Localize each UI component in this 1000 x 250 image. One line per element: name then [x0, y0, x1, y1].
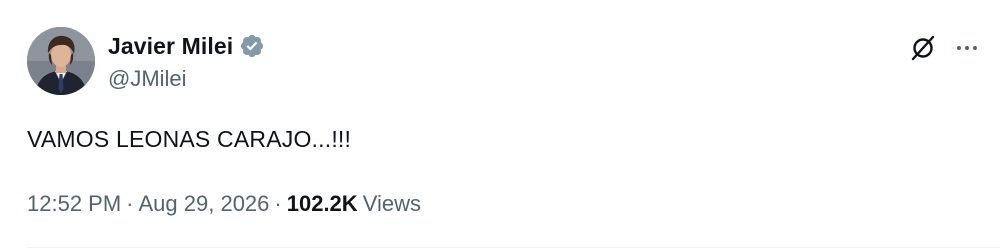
more-horizontal-icon: [957, 46, 977, 50]
tweet-text: VAMOS LEONAS CARAJO...!!!: [27, 126, 352, 152]
meta-separator: ·: [126, 191, 134, 216]
tweet-meta: 12:52 PM · Aug 29, 2026 · 102.2K Views: [27, 191, 421, 217]
tweet-card[interactable]: Javier Milei @JMilei VAMOS LEONAS CARAJO…: [0, 0, 1000, 250]
meta-separator: ·: [274, 191, 282, 216]
divider: [27, 247, 1000, 248]
verified-badge-icon[interactable]: [239, 33, 265, 59]
views-label: Views: [362, 191, 421, 216]
more-options-button[interactable]: [950, 31, 984, 65]
author-display-name[interactable]: Javier Milei: [108, 33, 233, 60]
grok-icon: [911, 35, 935, 61]
author-name-row: Javier Milei: [108, 30, 265, 62]
grok-button[interactable]: [906, 31, 940, 65]
tweet-time[interactable]: 12:52 PM: [27, 191, 121, 217]
tweet-date[interactable]: Aug 29, 2026: [139, 191, 270, 217]
views-count: 102.2K: [286, 191, 358, 216]
avatar[interactable]: [27, 27, 95, 95]
avatar-image: [27, 27, 95, 95]
author-handle[interactable]: @JMilei: [108, 66, 187, 92]
